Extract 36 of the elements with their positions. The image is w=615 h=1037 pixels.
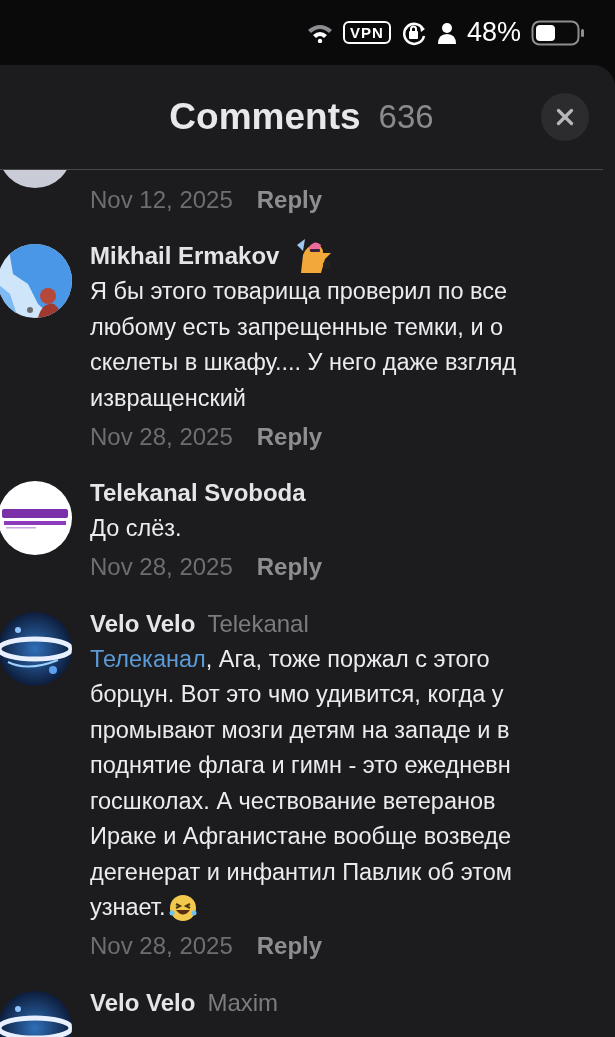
- comment-text: узнает.: [90, 893, 166, 922]
- comment-date: Nov 28, 2025: [90, 553, 233, 581]
- comment-text: Ираке и Афганистане вообще возведе: [90, 822, 512, 851]
- person-icon: [436, 21, 457, 44]
- comment-text: любому есть запрещенные темки, и о: [90, 312, 504, 342]
- mention-link[interactable]: Телеканал: [90, 645, 206, 672]
- vpn-badge: VPN: [343, 21, 391, 44]
- comment-text: промывают мозги детям на западе и в: [90, 715, 510, 745]
- battery-icon: [531, 19, 585, 46]
- reply-button[interactable]: Reply: [256, 553, 323, 581]
- comment-text: Я бы этого товарища проверил по все: [90, 277, 508, 306]
- comment-date: Nov 28, 2025: [90, 422, 233, 451]
- comment-date: Nov 12, 2025: [90, 185, 233, 214]
- reply-button[interactable]: Reply: [256, 422, 323, 451]
- comment-text: борцун. Вот это чмо удивится, когда у: [90, 680, 504, 709]
- author-name: Mikhail Ermakov: [90, 242, 280, 270]
- comment-text: скелеты в шкафу.... У него даже взгляд: [90, 348, 517, 377]
- reply-button[interactable]: Reply: [256, 932, 323, 960]
- reply-to-name: Maxim: [207, 988, 279, 1017]
- author-name: Velo Velo: [90, 609, 196, 638]
- author-name: Velo Velo: [90, 988, 196, 1017]
- comment-text: До слёз.: [90, 514, 182, 543]
- comment-text: дегенерат и инфантил Павлик об этом: [90, 857, 512, 887]
- comment-text: госшколах. А чествование ветеранов: [90, 786, 496, 816]
- comment-text: извращенский: [90, 383, 246, 413]
- comment-count: 636: [378, 98, 434, 136]
- comment-date: Nov 28, 2025: [90, 932, 233, 960]
- close-button[interactable]: [541, 93, 589, 141]
- author-name: Telekanal Svoboda: [90, 479, 306, 507]
- reply-to-name: Telekanal: [207, 609, 309, 638]
- sheet-title: Comments: [169, 96, 361, 138]
- reply-button[interactable]: Reply: [256, 185, 323, 214]
- wifi-icon: [307, 22, 334, 43]
- battery-percentage: 48%: [466, 17, 521, 48]
- comment-text: поднятие флага и гимн - это ежедневн: [90, 751, 511, 780]
- comment-text: Телеканал, Ага, тоже поржал с этого: [90, 644, 490, 674]
